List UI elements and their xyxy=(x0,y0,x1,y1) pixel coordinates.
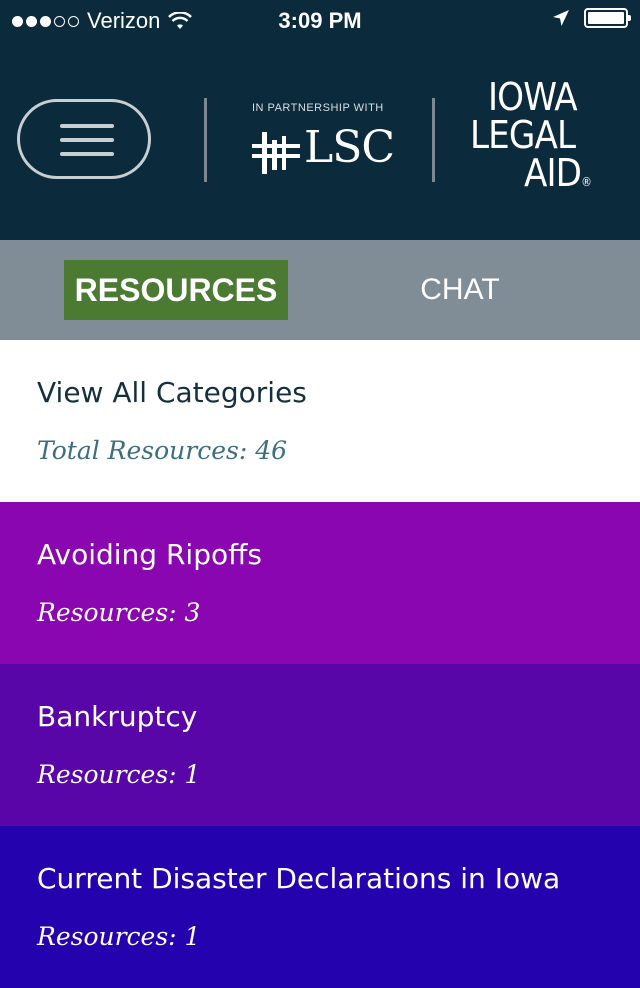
status-bar: Verizon 3:09 PM xyxy=(0,0,640,40)
list-item-title: Avoiding Ripoffs xyxy=(37,538,262,571)
tab-bar: RESOURCES CHAT xyxy=(0,240,640,340)
battery-icon xyxy=(584,8,631,28)
brand-line-3: AID® xyxy=(524,151,592,195)
list-item-title: Current Disaster Declarations in Iowa xyxy=(37,862,561,895)
category-list: View All Categories Total Resources: 46 … xyxy=(0,340,640,988)
location-arrow-icon xyxy=(553,10,569,26)
list-item-count: Resources: 3 xyxy=(37,598,201,627)
lsc-partner-logo: IN PARTNERSHIP WITH LSC xyxy=(240,102,400,192)
hamburger-icon-bar xyxy=(60,138,114,142)
lsc-mark-icon xyxy=(252,132,300,174)
list-item-title: View All Categories xyxy=(37,376,307,409)
menu-button[interactable] xyxy=(17,99,151,179)
list-item-count: Total Resources: 46 xyxy=(37,436,288,465)
partnership-label: IN PARTNERSHIP WITH xyxy=(252,102,384,114)
tab-resources[interactable]: RESOURCES xyxy=(64,260,288,320)
hamburger-icon-bar xyxy=(60,124,114,128)
hamburger-icon-bar xyxy=(60,152,114,156)
header-divider xyxy=(432,98,435,182)
battery-level xyxy=(588,12,624,24)
list-item-category[interactable]: Avoiding Ripoffs Resources: 3 xyxy=(0,502,640,664)
app-header: IN PARTNERSHIP WITH LSC IOWA LEGAL AID® xyxy=(0,40,640,240)
partner-name: LSC xyxy=(304,122,395,173)
registered-mark: ® xyxy=(581,175,592,189)
list-item-category[interactable]: Current Disaster Declarations in Iowa Re… xyxy=(0,826,640,988)
list-item-title: Bankruptcy xyxy=(37,700,198,733)
brand-line-1: IOWA xyxy=(488,75,578,119)
clock: 3:09 PM xyxy=(278,8,362,33)
status-right xyxy=(552,8,631,28)
list-item-count: Resources: 1 xyxy=(37,760,201,789)
tab-chat[interactable]: CHAT xyxy=(360,260,560,320)
header-divider xyxy=(204,98,207,182)
list-item-count: Resources: 1 xyxy=(37,922,201,951)
iowa-legal-aid-logo: IOWA LEGAL AID® xyxy=(470,78,620,201)
brand-line-2: LEGAL xyxy=(470,113,576,157)
list-item-category[interactable]: Bankruptcy Resources: 1 xyxy=(0,664,640,826)
list-item-all-categories[interactable]: View All Categories Total Resources: 46 xyxy=(0,340,640,502)
